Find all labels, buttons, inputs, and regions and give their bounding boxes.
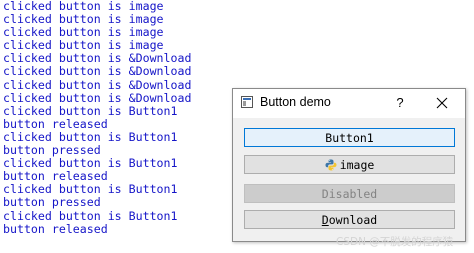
help-button[interactable]: ? [390,93,410,113]
console-output: clicked button is image clicked button is… [3,0,191,236]
console-line: clicked button is &Download [3,90,192,105]
console-line: clicked button is &Download [3,77,192,92]
console-line: button pressed [3,195,101,210]
download-button[interactable]: Download [244,210,455,229]
close-button[interactable] [431,93,453,113]
watermark: CSDN @不脱发的程序猿 [336,236,454,248]
download-button-label: ownload [328,212,378,227]
python-icon [325,159,337,170]
button-demo-window: Button demo ? Button1 image Disabled Dow… [232,88,466,242]
download-mnemonic: D [321,212,329,227]
console-line: clicked button is Button1 [3,208,178,223]
title-bar[interactable]: Button demo ? [233,89,465,118]
close-icon [436,97,448,109]
console-line: clicked button is &Download [3,64,192,79]
disabled-button-label: Disabled [321,186,378,201]
console-line: button released [3,116,108,131]
console-line: button released [3,221,108,236]
image-button-label: image [339,157,375,172]
image-button[interactable]: image [244,155,455,174]
console-line: clicked button is Button1 [3,103,178,118]
button1-label: Button1 [325,130,374,145]
button1-button[interactable]: Button1 [244,128,455,147]
disabled-button: Disabled [244,184,455,203]
app-window-icon [241,96,253,108]
window-title: Button demo [260,95,331,109]
